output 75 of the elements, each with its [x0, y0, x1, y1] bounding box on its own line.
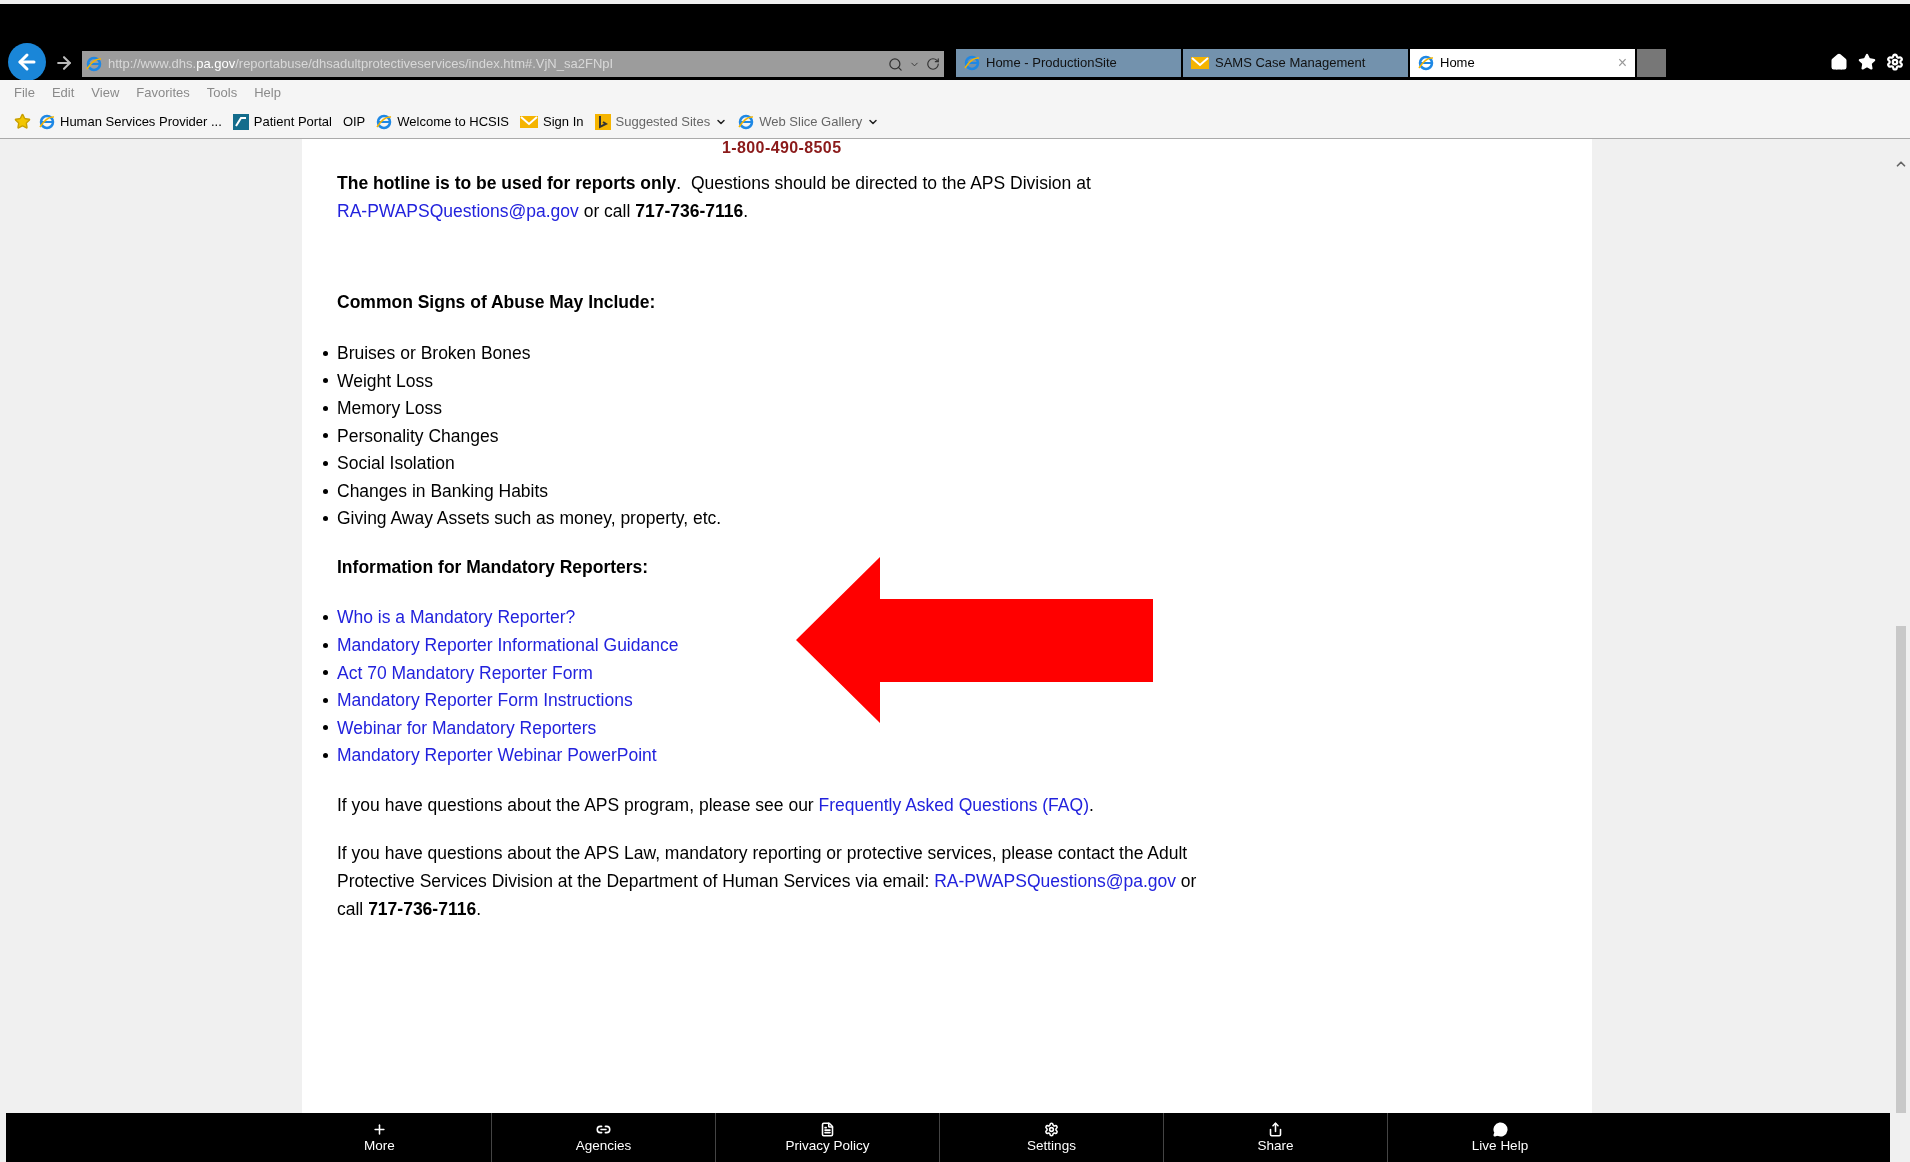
bullet-icon	[323, 642, 328, 648]
envelope-icon	[1191, 57, 1209, 69]
reporter-link[interactable]: Who is a Mandatory Reporter?	[337, 604, 576, 631]
bullet-icon	[323, 614, 328, 620]
list-item: Bruises or Broken Bones	[337, 341, 531, 365]
search-icon[interactable]	[888, 56, 903, 72]
forward-icon[interactable]	[54, 53, 74, 73]
globe-e-icon	[964, 55, 980, 71]
bullet-icon	[323, 378, 328, 384]
reporter-link[interactable]: Act 70 Mandatory Reporter Form	[337, 659, 593, 686]
reporter-link[interactable]: Webinar for Mandatory Reporters	[337, 714, 597, 741]
b-logo-icon	[594, 113, 611, 130]
plus-icon	[372, 1122, 387, 1137]
globe-e-icon	[738, 113, 755, 130]
refresh-icon[interactable]	[926, 57, 940, 71]
email-link[interactable]: Frequently Asked Questions (FAQ)	[818, 795, 1089, 816]
globe-e-icon	[39, 113, 55, 130]
globe-e-icon	[86, 56, 102, 72]
portal-icon	[232, 113, 249, 130]
bullet-icon	[323, 460, 328, 466]
list-item: Memory Loss	[337, 397, 443, 421]
bookmark-link[interactable]: Web Slice Gallery	[738, 111, 880, 132]
scrollbar-thumb[interactable]	[1896, 626, 1906, 1113]
bullet-icon	[323, 670, 328, 676]
list-item: Personality Changes	[337, 424, 499, 448]
footer-button[interactable]: Settings	[940, 1113, 1164, 1162]
bullet-icon	[323, 752, 328, 758]
bullet-icon	[323, 350, 328, 356]
bookmark-link[interactable]: Welcome to HCSIS	[376, 111, 510, 132]
section-heading: Common Signs of Abuse May Include:	[337, 291, 657, 314]
bullet-icon	[323, 433, 328, 439]
list-item: Giving Away Assets such as money, property, etc.	[337, 507, 722, 531]
settings-icon[interactable]	[1886, 53, 1904, 71]
bullet-icon	[323, 725, 328, 731]
bookmark-link[interactable]: Sign In	[520, 111, 584, 132]
footer-button[interactable]: Share	[1164, 1113, 1388, 1162]
document-icon	[820, 1122, 835, 1137]
list-item: Changes in Banking Habits	[337, 479, 549, 503]
paragraph: If you have questions about the APS program, please see our Frequently Asked Questions (FAQ).	[337, 794, 1095, 818]
section-heading: Information for Mandatory Reporters:	[337, 556, 650, 580]
footer-button[interactable]: Privacy Policy	[716, 1113, 940, 1162]
browser-tab[interactable]: Home ×	[1410, 49, 1635, 77]
address-text: http://www.dhs.pa.gov/reportabuse/dhsadultprotectiveservices/index.htm#.VjN_sa2FNpI	[108, 55, 615, 74]
email-link[interactable]: RA-PWAPSQuestions@pa.gov	[337, 201, 579, 221]
reporter-link[interactable]: Mandatory Reporter Form Instructions	[337, 687, 633, 714]
globe-e-icon	[376, 113, 393, 130]
bullet-icon	[323, 405, 328, 411]
bookmark-link[interactable]: Patient Portal	[232, 111, 332, 132]
list-item: Social Isolation	[337, 452, 455, 476]
footer-button[interactable]: More	[268, 1113, 492, 1162]
bullet-icon	[323, 516, 328, 522]
hotline-number: 1-800-490-8505	[722, 139, 843, 157]
settings-icon	[1044, 1122, 1059, 1137]
bookmark-link[interactable]: OIP	[342, 111, 366, 132]
reporter-link[interactable]: Mandatory Reporter Webinar PowerPoint	[337, 742, 657, 769]
envelope-icon	[520, 115, 539, 128]
bullet-icon	[323, 488, 328, 494]
share-icon	[1268, 1122, 1283, 1137]
paragraph: If you have questions about the APS Law, mandatory reporting or protective services, please contact the Adult Protective Services Division at the Department of Human Services via email: RA-PWAPSQuestions@pa.gov or call 717-736-7116.	[337, 842, 1198, 922]
favorites-star-icon[interactable]	[14, 113, 31, 130]
bookmark-link[interactable]: Human Services Provider ...	[39, 111, 222, 132]
chat-icon	[1492, 1122, 1508, 1137]
back-button[interactable]	[8, 43, 46, 81]
paragraph: The hotline is to be used for reports only. Questions should be directed to the APS Division at RA-PWAPSQuestions@pa.gov or call 717-736-7116.	[337, 172, 1092, 223]
browser-tab[interactable]: SAMS Case Management	[1183, 49, 1408, 77]
browser-tab[interactable]: Home - ProductionSite	[956, 49, 1181, 77]
home-icon[interactable]	[1830, 53, 1848, 71]
footer-button[interactable]: Agencies	[492, 1113, 716, 1162]
footer-button[interactable]: Live Help	[1388, 1113, 1612, 1162]
reporter-link[interactable]: Mandatory Reporter Informational Guidance	[337, 631, 679, 659]
globe-e-icon	[1418, 55, 1434, 71]
bullet-icon	[323, 697, 328, 703]
email-link[interactable]: RA-PWAPSQuestions@pa.gov	[934, 871, 1176, 892]
list-item: Weight Loss	[337, 369, 433, 393]
bookmark-link[interactable]: Suggested Sites	[594, 111, 728, 132]
